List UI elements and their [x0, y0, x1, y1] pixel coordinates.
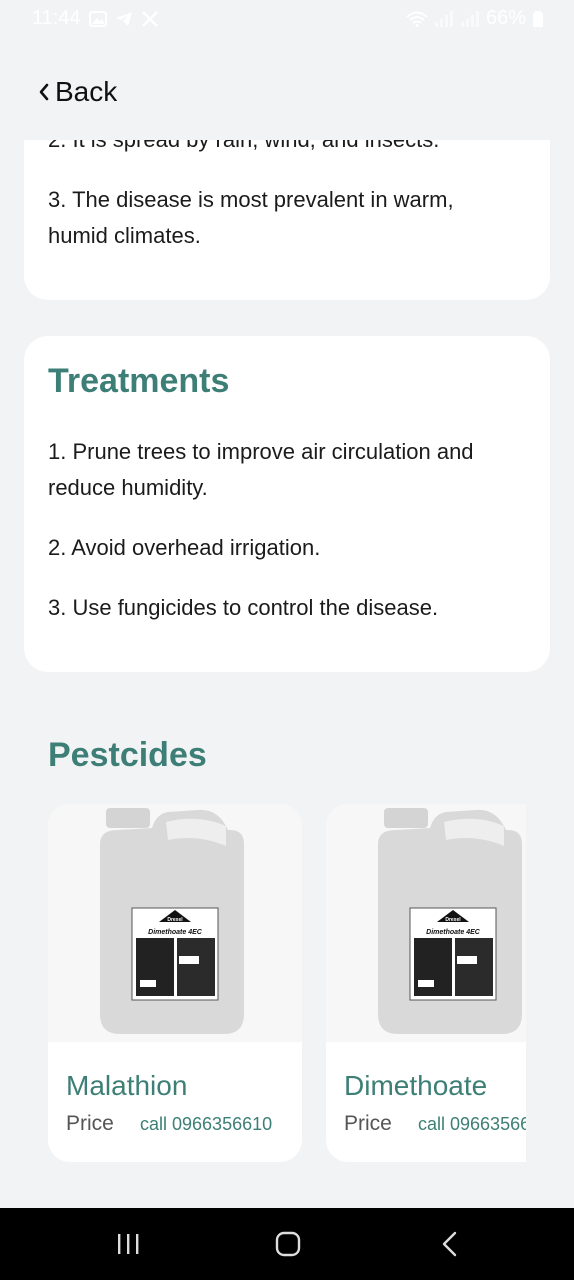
product-image: Drexel Dimethoate 4EC [326, 804, 526, 1042]
pesticides-title: Pestcides [48, 736, 207, 774]
treatments-card: Treatments 1. Prune trees to improve air… [24, 336, 550, 672]
status-time: 11:44 [32, 7, 81, 29]
recent-apps-icon[interactable] [108, 1228, 148, 1260]
label-brand: Drexel [445, 917, 461, 923]
status-bar: 11:44 66% [0, 0, 574, 36]
header: Back [0, 36, 574, 140]
product-name: Dimethoate [344, 1070, 488, 1101]
label-product: Dimethoate 4EC [426, 929, 481, 936]
product-price-label: Price [344, 1112, 392, 1135]
telegram-icon [115, 11, 132, 26]
label-brand: Drexel [167, 917, 183, 923]
product-contact[interactable]: call 0966356610 [418, 1114, 526, 1135]
treatment-item: 2. Avoid overhead irrigation. [48, 535, 321, 560]
battery-percent: 66% [485, 7, 526, 29]
pesticide-jug-icon: Drexel Dimethoate 4EC [378, 808, 522, 1034]
product-name: Malathion [66, 1070, 188, 1101]
x-icon [141, 10, 158, 27]
back-button[interactable]: Back [36, 76, 117, 108]
content-scroll[interactable]: 2. It is spread by rain, wind, and insec… [0, 140, 574, 1208]
gallery-icon [88, 10, 107, 27]
back-nav-icon[interactable] [430, 1228, 470, 1260]
product-card-dimethoate[interactable]: Drexel Dimethoate 4EC Dimethoate Price c… [326, 804, 526, 1162]
treatments-title: Treatments [48, 362, 230, 400]
navigation-bar [0, 1208, 574, 1280]
treatment-item: 3. Use fungicides to control the disease… [48, 595, 439, 620]
status-right: 66% [406, 7, 544, 30]
disease-spread-card: 2. It is spread by rain, wind, and insec… [24, 140, 550, 300]
chevron-left-icon [39, 83, 49, 101]
status-left: 11:44 [32, 7, 159, 30]
pesticide-jug-icon: Drexel Dimethoate 4EC [100, 808, 244, 1034]
product-image: Drexel Dimethoate 4EC [48, 804, 302, 1042]
pesticides-carousel[interactable]: Drexel Dimethoate 4EC Malathion Price ca… [48, 804, 526, 1164]
product-card-malathion[interactable]: Drexel Dimethoate 4EC Malathion Price ca… [48, 804, 302, 1162]
signal-icon [460, 10, 479, 27]
signal-icon [434, 10, 453, 27]
spread-item: 3. The disease is most prevalent in warm… [48, 187, 454, 248]
back-label: Back [55, 76, 118, 107]
product-contact[interactable]: call 0966356610 [140, 1114, 272, 1135]
product-price-label: Price [66, 1112, 114, 1135]
spread-item: 2. It is spread by rain, wind, and insec… [48, 140, 518, 158]
treatment-item: 1. Prune trees to improve air circulatio… [48, 439, 474, 500]
wifi-icon [406, 11, 428, 27]
battery-icon [533, 10, 543, 27]
home-icon[interactable] [268, 1228, 308, 1260]
label-product: Dimethoate 4EC [148, 929, 203, 936]
